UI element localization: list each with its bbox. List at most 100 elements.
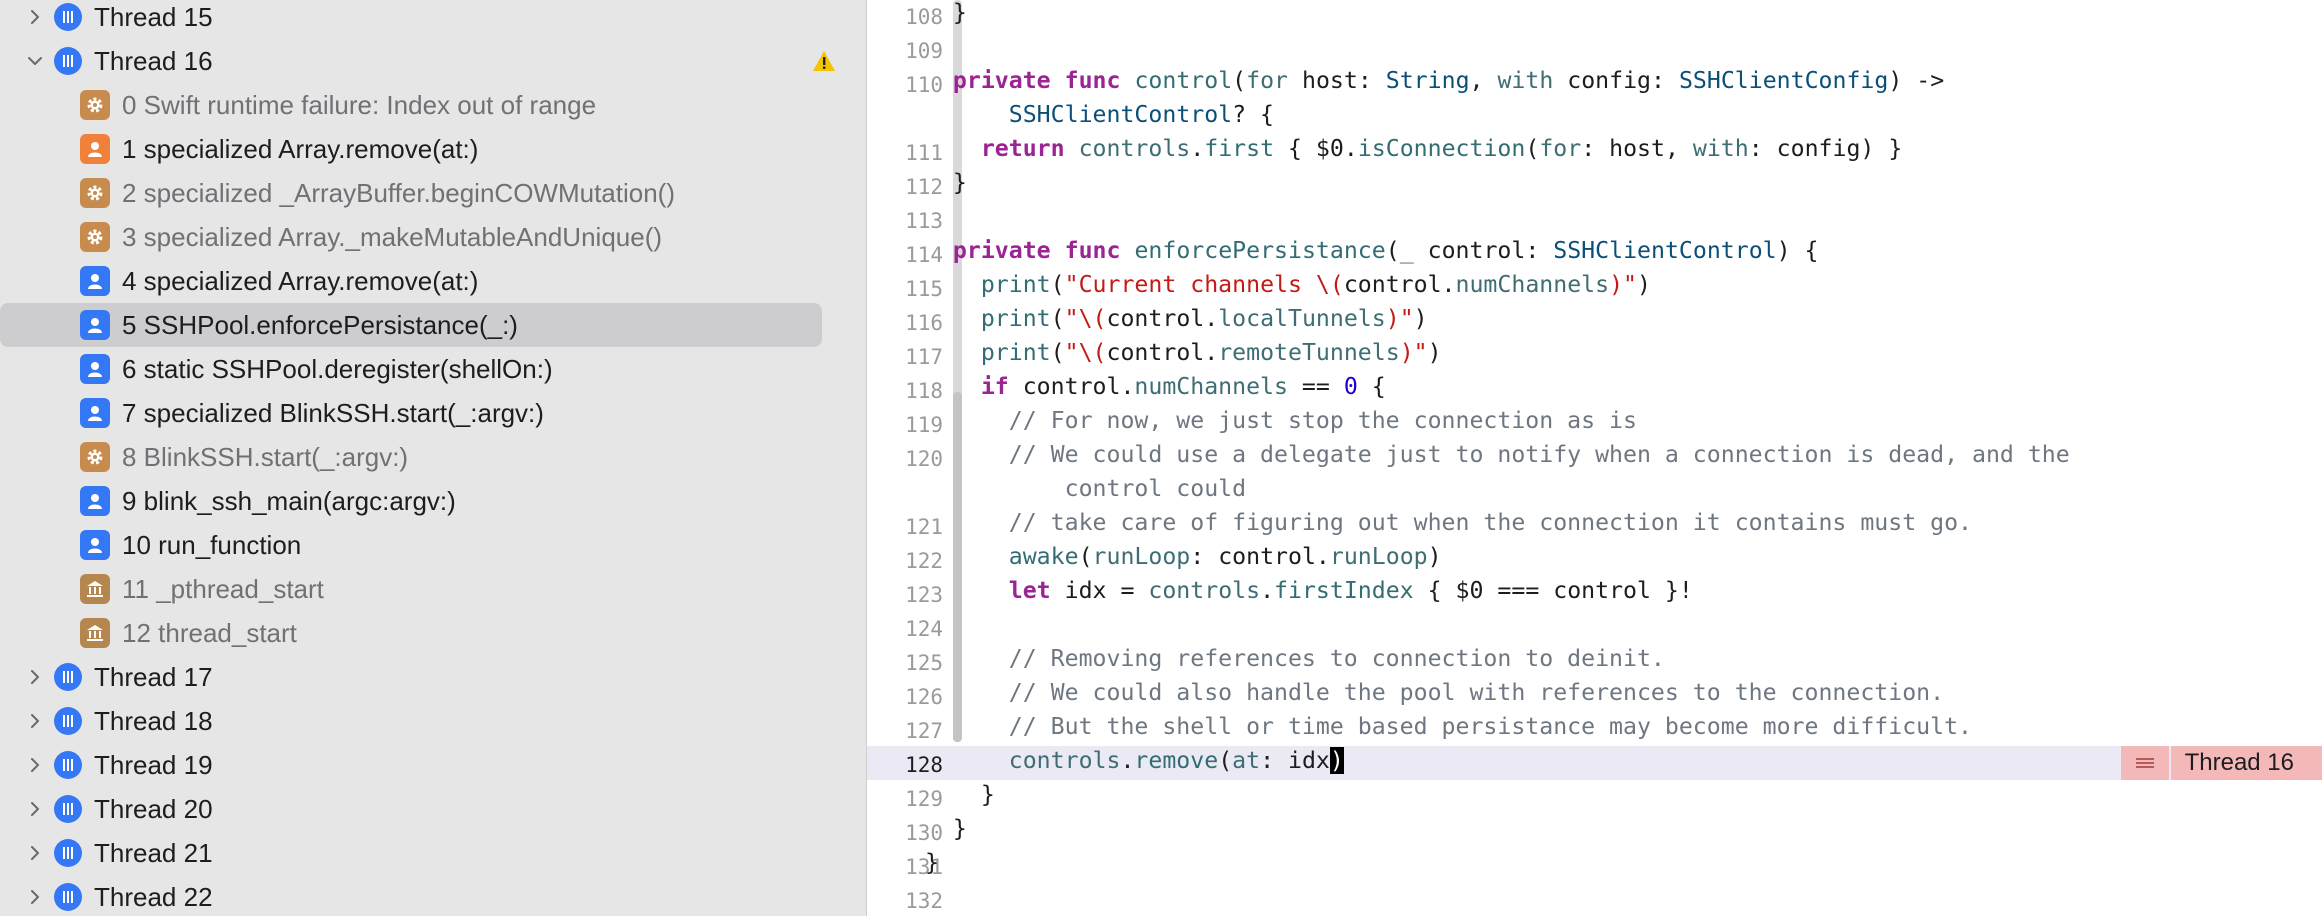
code-line[interactable]: let idx = controls.firstIndex { $0 === c…	[925, 574, 2322, 608]
thread-label: Thread 15	[94, 1, 213, 32]
thread-icon	[54, 47, 82, 75]
code-line[interactable]: }	[925, 778, 2322, 812]
stack-frame-row-selected[interactable]: 5 SSHPool.enforcePersistance(_:)	[0, 303, 822, 347]
thread-stop-badge[interactable]: Thread 16	[2120, 746, 2322, 780]
line-number: 109	[905, 39, 943, 63]
stack-frame-label: 3 specialized Array._makeMutableAndUniqu…	[122, 221, 663, 252]
thread-label: Thread 16	[94, 45, 213, 76]
thread-icon	[54, 839, 82, 867]
chevron-right-icon[interactable]	[18, 743, 52, 787]
stack-frame-row[interactable]: 2 specialized _ArrayBuffer.beginCOWMutat…	[0, 171, 866, 215]
user-code-icon	[80, 530, 110, 560]
stack-frame-row[interactable]: 0 Swift runtime failure: Index out of ra…	[0, 83, 866, 127]
stack-frame-label: 12 thread_start	[122, 617, 297, 648]
stack-frame-row[interactable]: 12 thread_start	[0, 611, 866, 655]
line-number: 124	[905, 617, 943, 641]
stack-frame-row[interactable]: 7 specialized BlinkSSH.start(_:argv:)	[0, 391, 866, 435]
user-code-icon	[80, 398, 110, 428]
stack-frame-row[interactable]: 8 BlinkSSH.start(_:argv:)	[0, 435, 866, 479]
library-icon	[80, 574, 110, 604]
code-line[interactable]: // For now, we just stop the connection …	[925, 404, 2322, 438]
thread-row[interactable]: Thread 18	[0, 699, 866, 743]
hamburger-icon[interactable]	[2120, 746, 2169, 780]
thread-label: Thread 20	[94, 793, 213, 824]
chevron-right-icon[interactable]	[18, 0, 52, 39]
thread-label: Thread 18	[94, 705, 213, 736]
line-number: 113	[905, 209, 943, 233]
stack-frame-label: 1 specialized Array.remove(at:)	[122, 133, 479, 164]
thread-label: Thread 22	[94, 881, 213, 912]
code-line[interactable]: private func enforcePersistance(_ contro…	[925, 234, 2322, 268]
code-line[interactable]: return controls.first { $0.isConnection(…	[925, 132, 2322, 166]
code-line[interactable]: }	[925, 846, 2322, 880]
code-line[interactable]: print("\(control.localTunnels)")	[925, 302, 2322, 336]
stack-frame-row[interactable]: 4 specialized Array.remove(at:)	[0, 259, 866, 303]
source-editor[interactable]: 108 109 110 111 112 113 114 115 116 117 118 119 120 1…	[867, 0, 2322, 916]
user-code-icon	[80, 486, 110, 516]
stack-frame-label: 8 BlinkSSH.start(_:argv:)	[122, 441, 409, 472]
thread-row[interactable]: Thread 17	[0, 655, 866, 699]
code-line[interactable]: awake(runLoop: control.runLoop)	[925, 540, 2322, 574]
stack-frame-label: 5 SSHPool.enforcePersistance(_:)	[122, 309, 518, 340]
chevron-right-icon[interactable]	[18, 787, 52, 831]
thread-icon	[54, 3, 82, 31]
code-line[interactable]: if control.numChannels == 0 {	[925, 370, 2322, 404]
code-line[interactable]: print("Current channels \(control.numCha…	[925, 268, 2322, 302]
code-line[interactable]: }	[925, 166, 2322, 200]
stack-frame-row[interactable]: 11 _pthread_start	[0, 567, 866, 611]
code-line[interactable]: // We could use a delegate just to notif…	[925, 438, 2322, 472]
gear-icon	[80, 90, 110, 120]
gear-icon	[80, 442, 110, 472]
thread-icon	[54, 883, 82, 911]
stack-frame-label: 11 _pthread_start	[122, 573, 324, 604]
stack-frame-label: 7 specialized BlinkSSH.start(_:argv:)	[122, 397, 544, 428]
gear-icon	[80, 222, 110, 252]
code-line[interactable]: // Removing references to connection to …	[925, 642, 2322, 676]
code-line[interactable]: SSHClientControl? {	[925, 98, 2322, 132]
code-line[interactable]: private func control(for host: String, w…	[925, 64, 2322, 98]
thread-row[interactable]: Thread 21	[0, 831, 866, 875]
stack-frame-label: 4 specialized Array.remove(at:)	[122, 265, 479, 296]
chevron-right-icon[interactable]	[18, 831, 52, 875]
chevron-right-icon[interactable]	[18, 875, 52, 916]
code-line[interactable]: print("\(control.remoteTunnels)")	[925, 336, 2322, 370]
code-line[interactable]: }	[925, 812, 2322, 846]
user-code-icon	[80, 266, 110, 296]
thread-row[interactable]: Thread 20	[0, 787, 866, 831]
stack-frame-label: 9 blink_ssh_main(argc:argv:)	[122, 485, 456, 516]
stack-frame-row[interactable]: 3 specialized Array._makeMutableAndUniqu…	[0, 215, 866, 259]
stack-frame-label: 0 Swift runtime failure: Index out of ra…	[122, 89, 597, 120]
code-line[interactable]: }	[925, 0, 2322, 30]
user-code-icon	[80, 310, 110, 340]
thread-label: Thread 19	[94, 749, 213, 780]
thread-row[interactable]: Thread 19	[0, 743, 866, 787]
chevron-right-icon[interactable]	[18, 699, 52, 743]
user-code-icon	[80, 134, 110, 164]
thread-row[interactable]: Thread 15	[0, 0, 866, 39]
chevron-down-icon[interactable]	[18, 39, 52, 83]
thread-icon	[54, 663, 82, 691]
thread-row[interactable]: Thread 16	[0, 39, 866, 83]
stack-frame-row[interactable]: 9 blink_ssh_main(argc:argv:)	[0, 479, 866, 523]
code-line[interactable]: control could	[925, 472, 2322, 506]
user-code-icon	[80, 354, 110, 384]
thread-icon	[54, 795, 82, 823]
chevron-right-icon[interactable]	[18, 655, 52, 699]
code-line[interactable]: // take care of figuring out when the co…	[925, 506, 2322, 540]
stack-frame-label: 10 run_function	[122, 529, 302, 560]
debug-navigator: Thread 15 Thread 16 0 Swift runtime failur…	[0, 0, 867, 916]
thread-label: Thread 17	[94, 661, 213, 692]
thread-row[interactable]: Thread 22	[0, 875, 866, 916]
code-line[interactable]: controls.remove(at: idx)	[925, 744, 2322, 778]
stack-frame-row[interactable]: 10 run_function	[0, 523, 866, 567]
library-icon	[80, 618, 110, 648]
gear-icon	[80, 178, 110, 208]
stack-frame-row[interactable]: 6 static SSHPool.deregister(shellOn:)	[0, 347, 866, 391]
code-line[interactable]: // We could also handle the pool with re…	[925, 676, 2322, 710]
thread-icon	[54, 707, 82, 735]
thread-badge-label: Thread 16	[2170, 746, 2322, 780]
stack-frame-row[interactable]: 1 specialized Array.remove(at:)	[0, 127, 866, 171]
thread-label: Thread 21	[94, 837, 213, 868]
code-line[interactable]: // But the shell or time based persistan…	[925, 710, 2322, 744]
line-number: 132	[905, 889, 943, 913]
